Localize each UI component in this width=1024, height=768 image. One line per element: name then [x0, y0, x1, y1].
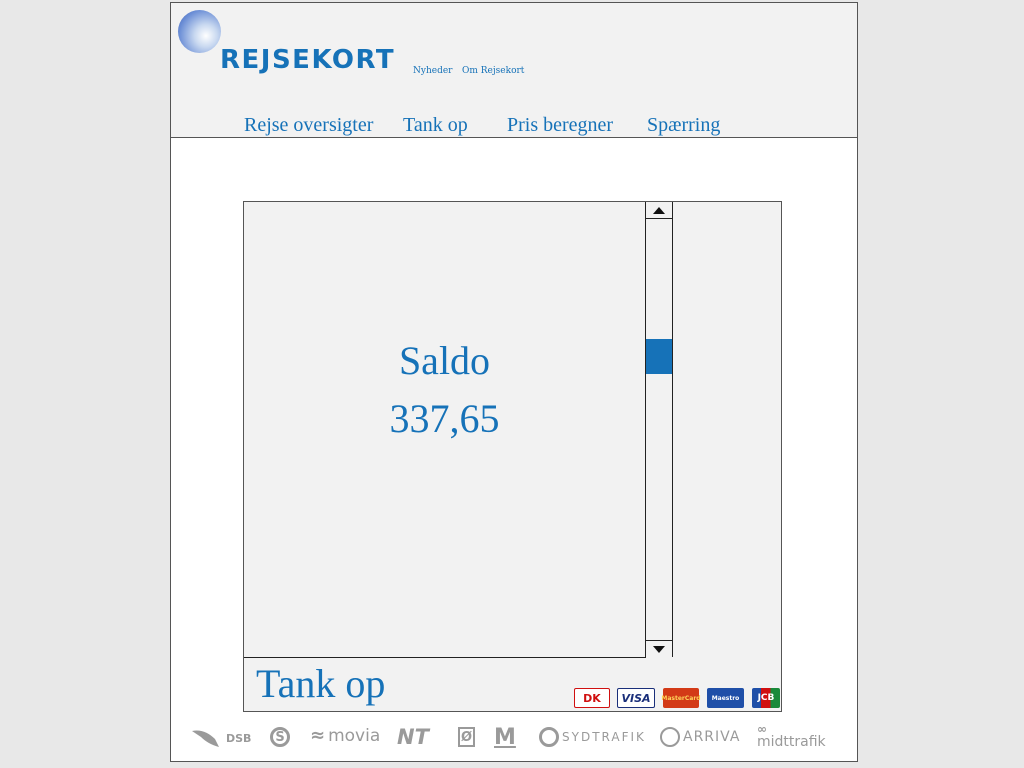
s-tog-label: S	[270, 727, 290, 747]
metro-label: M	[494, 725, 516, 750]
nav-tank-op[interactable]: Tank op	[403, 115, 468, 135]
nav-rejse-oversigter[interactable]: Rejse oversigter	[244, 115, 373, 135]
movia-logo: ≈ movia	[310, 727, 380, 745]
dsb-wing-icon	[192, 730, 219, 747]
nav-pris-beregner[interactable]: Pris beregner	[507, 115, 613, 135]
sydtrafik-label: SYDTRAFIK	[562, 730, 646, 744]
arriva-label: ARRIVA	[683, 729, 741, 745]
header: REJSEKORT Nyheder Om Rejsekort Rejse ove…	[171, 3, 857, 138]
scroll-up-button[interactable]	[646, 202, 672, 219]
om-rejsekort-link[interactable]: Om Rejsekort	[462, 66, 524, 76]
midttrafik-label: midttrafik	[757, 734, 826, 750]
metro-logo: M	[494, 727, 516, 749]
bat-label: Ø	[458, 727, 475, 747]
scroll-down-button[interactable]	[646, 640, 672, 657]
vertical-scrollbar[interactable]	[646, 202, 673, 657]
operator-logos: DSB S ≈ movia NT Ø M SYDTRAFIK ARRIVA ∞ …	[171, 719, 857, 753]
nyheder-link[interactable]: Nyheder	[413, 66, 452, 76]
maestro-logo-icon: Maestro	[707, 688, 744, 708]
jcb-logo-icon: JCB	[752, 688, 780, 708]
nav-spaerring[interactable]: Spærring	[647, 115, 720, 135]
s-tog-logo: S	[270, 727, 290, 747]
dankort-logo-icon: DK	[574, 688, 610, 708]
page: REJSEKORT Nyheder Om Rejsekort Rejse ove…	[170, 2, 858, 762]
balance-value: 337,65	[389, 396, 500, 441]
arrow-down-icon	[653, 645, 665, 653]
sydtrafik-logo: SYDTRAFIK	[539, 727, 646, 747]
rejsekort-logo-text[interactable]: REJSEKORT	[220, 47, 395, 73]
bat-logo: Ø	[458, 727, 475, 747]
rejsekort-logo-icon[interactable]	[178, 10, 221, 53]
sydtrafik-circle-icon	[539, 727, 559, 747]
arriva-logo: ARRIVA	[660, 727, 740, 747]
dsb-label: DSB	[226, 731, 252, 745]
nt-label: NT	[397, 725, 429, 749]
balance-label: Saldo	[398, 338, 491, 383]
topup-label[interactable]: Tank op	[256, 664, 385, 704]
visa-logo-icon: VISA	[617, 688, 655, 708]
balance-panel: Saldo 337,65	[244, 202, 646, 658]
dsb-logo: DSB	[191, 727, 251, 749]
mastercard-logo-icon: MasterCard	[661, 688, 701, 708]
card-widget: Saldo 337,65 Tank op DK VISA MasterCard …	[243, 201, 782, 712]
nt-logo: NT	[397, 727, 429, 748]
scroll-thumb[interactable]	[646, 339, 672, 374]
midttrafik-logo: ∞ midttrafik	[757, 723, 826, 749]
arrow-up-icon	[653, 206, 665, 214]
arriva-circle-icon	[660, 727, 680, 747]
movia-swirl-icon: ≈	[310, 725, 326, 746]
movia-label: movia	[328, 725, 381, 746]
